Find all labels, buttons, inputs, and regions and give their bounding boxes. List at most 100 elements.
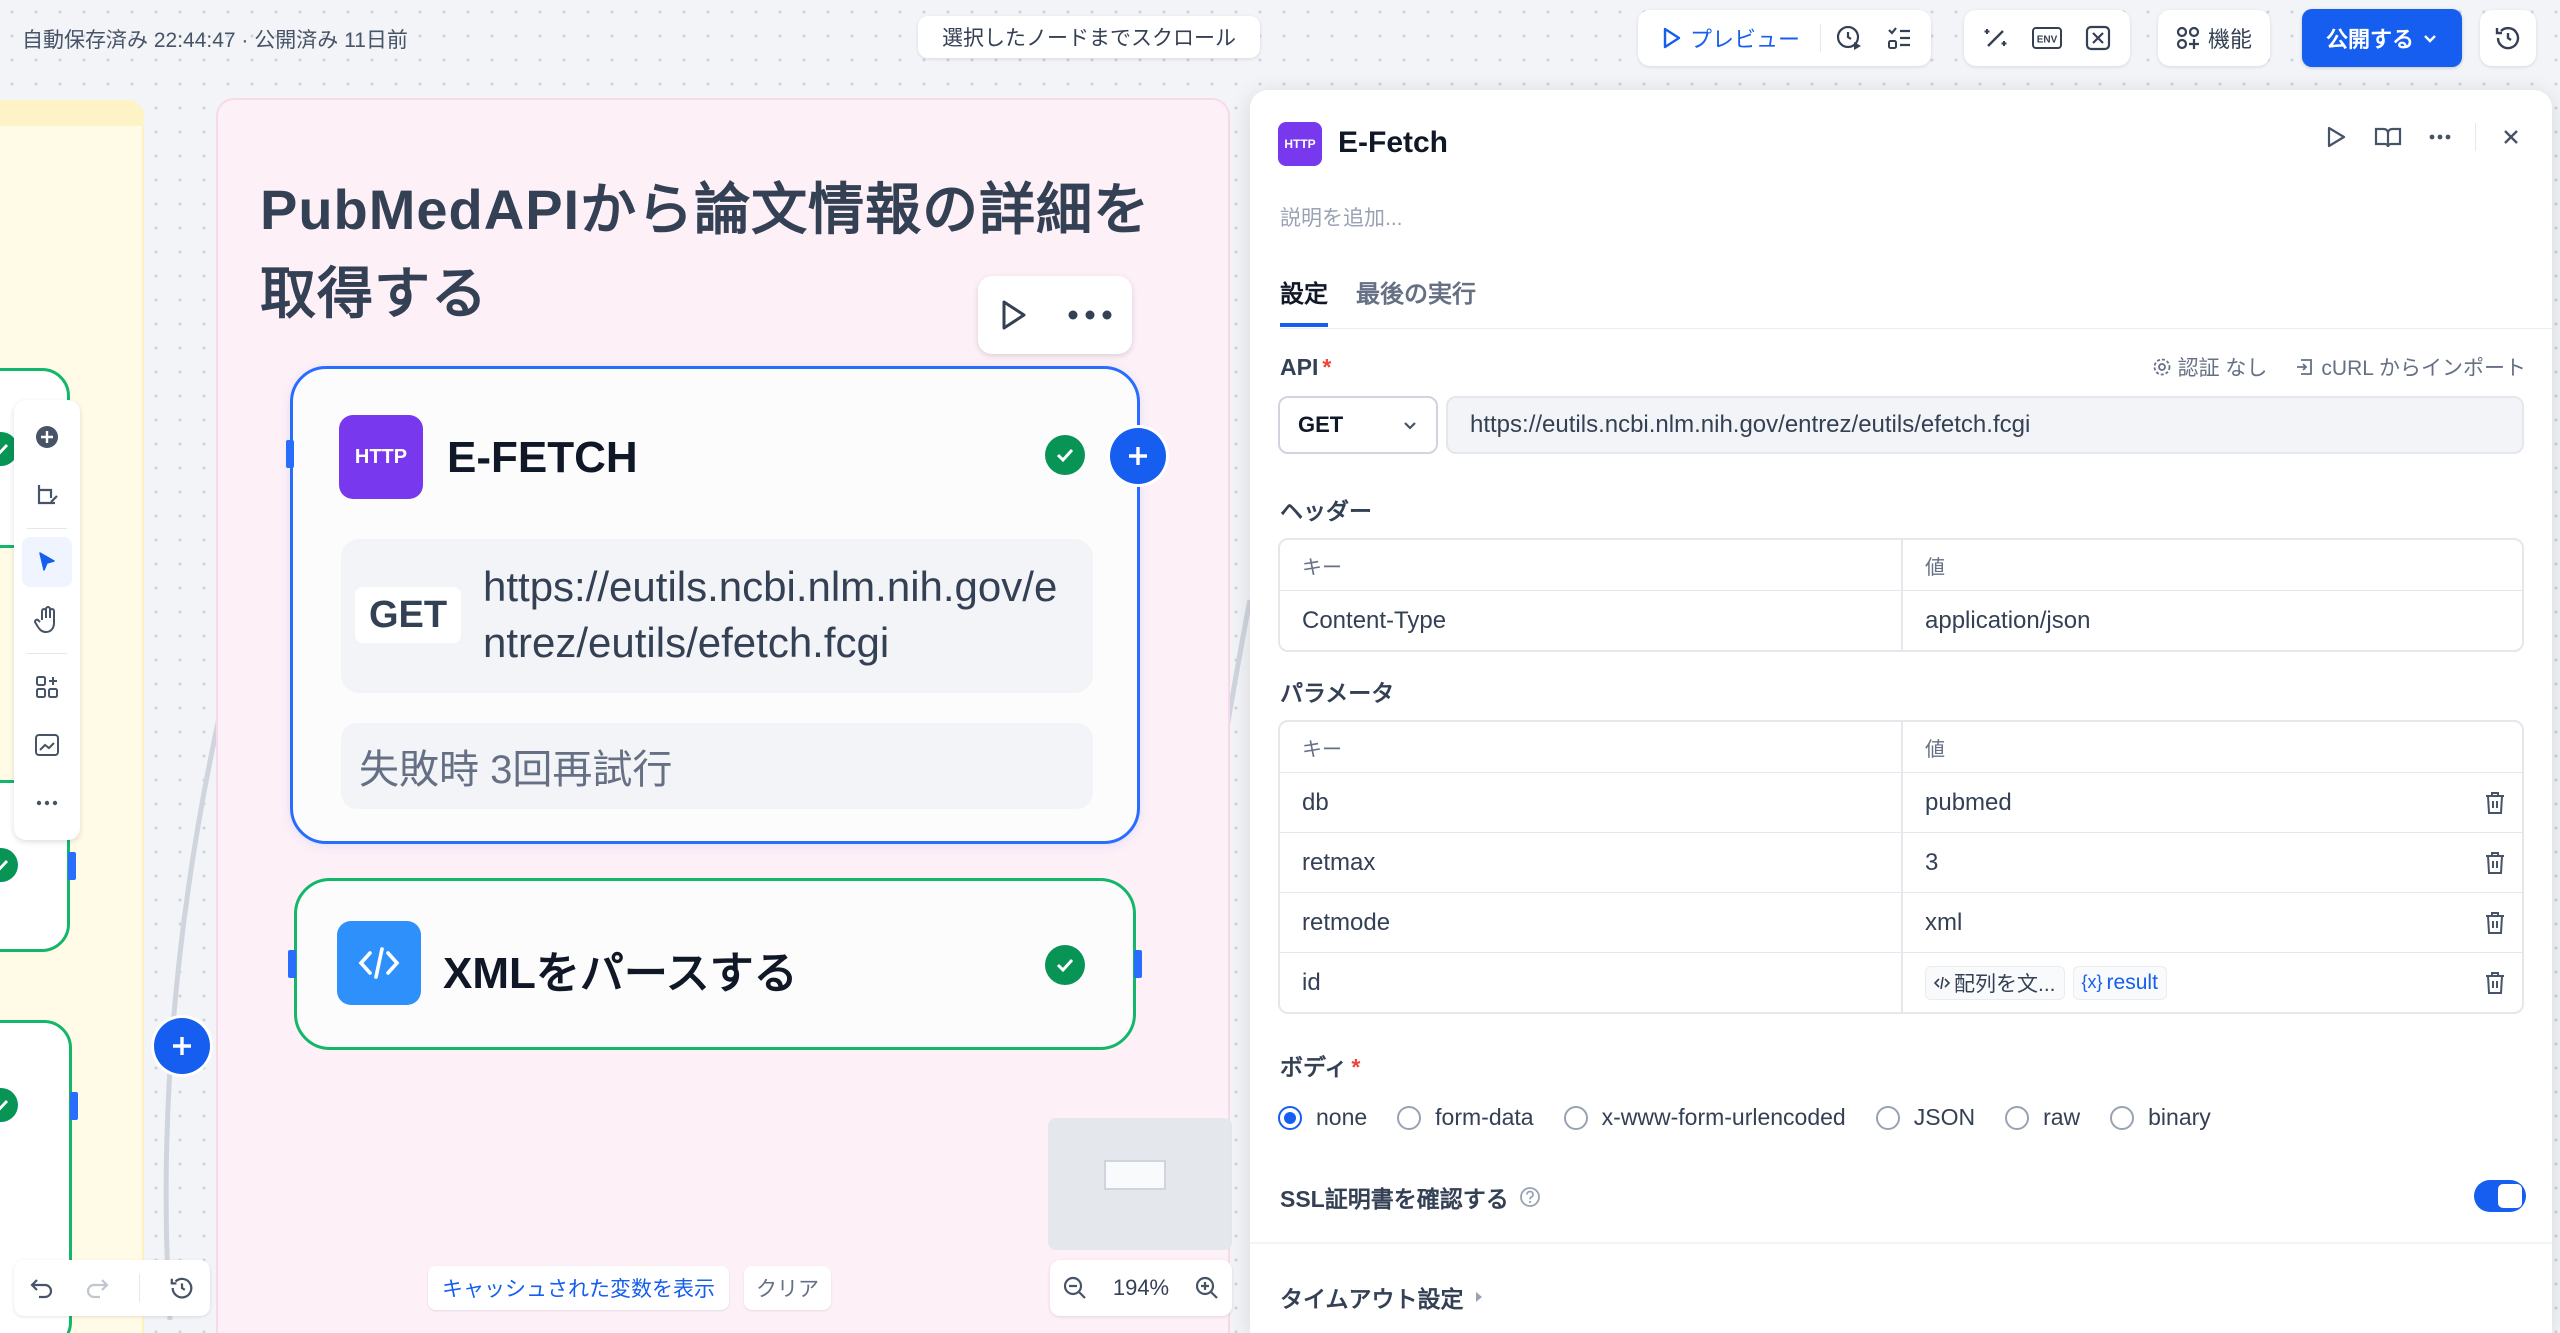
publish-label: 公開する — [2325, 27, 2414, 52]
code-var-chip[interactable]: 配列を文... — [1925, 965, 2065, 1000]
version-history-button[interactable] — [2480, 10, 2536, 66]
env-button[interactable]: ENV — [2024, 16, 2070, 60]
table-row: Content-Type application/json — [1280, 590, 2522, 650]
node-input-handle[interactable] — [286, 440, 294, 468]
preview-button[interactable]: プレビュー — [1648, 16, 1814, 60]
http-request-node[interactable]: HTTP E-FETCH GET https://eutils.ncbi.nlm… — [290, 366, 1140, 844]
scroll-to-node-button[interactable]: 選択したノードまでスクロール — [918, 16, 1260, 58]
add-note-button[interactable] — [22, 470, 72, 520]
body-option-none[interactable]: none — [1278, 1104, 1367, 1131]
result-var-chip[interactable]: {x} result — [2072, 965, 2167, 1000]
header-key[interactable]: Content-Type — [1280, 591, 1901, 650]
param-value[interactable]: pubmed — [1901, 773, 2522, 832]
node-action-bar — [978, 276, 1132, 354]
timeout-section[interactable]: タイムアウト設定 — [1280, 1280, 1484, 1314]
add-node-in-group-button[interactable] — [154, 1018, 210, 1074]
header-value[interactable]: application/json — [1901, 591, 2522, 650]
body-option-json[interactable]: JSON — [1875, 1104, 1975, 1131]
node-handle[interactable] — [68, 852, 76, 880]
auth-button[interactable]: 認証 なし — [2152, 352, 2267, 382]
features-toolbar: 機能 — [2158, 10, 2271, 66]
panel-more-button[interactable] — [2423, 120, 2457, 154]
more-options-button[interactable] — [22, 778, 72, 828]
code-icon — [337, 921, 421, 1005]
code-var-label: 配列を文... — [1954, 972, 2056, 996]
trash-icon[interactable] — [2484, 791, 2506, 815]
zoom-level[interactable]: 194% — [1113, 1275, 1169, 1301]
clear-button[interactable]: クリア — [744, 1266, 831, 1310]
features-button[interactable]: 機能 — [2168, 16, 2260, 60]
add-next-node-button[interactable] — [1110, 428, 1166, 484]
help-circle-icon[interactable] — [1519, 1186, 1541, 1208]
trash-icon[interactable] — [2484, 911, 2506, 935]
body-option-binary[interactable]: binary — [2110, 1104, 2211, 1131]
more-dots-icon[interactable] — [1067, 310, 1113, 320]
param-key[interactable]: db — [1280, 773, 1901, 832]
code-node[interactable]: XMLをパースする — [294, 878, 1136, 1050]
minimap[interactable] — [1048, 1118, 1232, 1250]
trash-icon[interactable] — [2484, 851, 2506, 875]
caret-right-icon — [1475, 1292, 1482, 1302]
url-input[interactable]: https://eutils.ncbi.nlm.nih.gov/entrez/e… — [1446, 396, 2524, 454]
pointer-mode-button[interactable] — [22, 537, 72, 587]
trash-icon[interactable] — [2484, 971, 2506, 995]
run-step-button[interactable] — [2319, 120, 2353, 154]
body-option-raw[interactable]: raw — [2005, 1104, 2080, 1131]
zoom-in-icon[interactable] — [1194, 1275, 1220, 1301]
param-key[interactable]: retmax — [1280, 833, 1901, 892]
param-value[interactable]: xml — [1901, 893, 2522, 952]
add-node-button[interactable] — [22, 412, 72, 462]
history-icon[interactable] — [169, 1275, 195, 1301]
clock-play-icon — [1836, 25, 1862, 50]
tab-last-run[interactable]: 最後の実行 — [1356, 274, 1476, 327]
http-node-icon: HTTP — [339, 415, 423, 499]
run-history-button[interactable] — [1827, 16, 1871, 60]
conversation-var-button[interactable] — [2076, 16, 2120, 60]
canvas-toolbar — [14, 400, 80, 840]
success-check-icon — [1045, 435, 1085, 475]
method-select[interactable]: GET — [1278, 396, 1438, 454]
run-node-icon[interactable] — [998, 299, 1028, 331]
checklist-button[interactable] — [1877, 16, 1921, 60]
curl-import-label: cURL からインポート — [2321, 357, 2526, 380]
hand-mode-button[interactable] — [22, 595, 72, 645]
param-key[interactable]: id — [1280, 953, 1901, 1012]
radio-icon — [1875, 1105, 1900, 1130]
publish-button[interactable]: 公開する — [2302, 9, 2462, 67]
redo-icon[interactable] — [84, 1276, 110, 1300]
layout-grid-icon — [36, 676, 58, 698]
curl-import-button[interactable]: cURL からインポート — [2295, 352, 2526, 382]
param-value[interactable]: 3 — [1901, 833, 2522, 892]
ssl-verify-toggle[interactable] — [2474, 1180, 2526, 1212]
param-value[interactable]: 配列を文... {x} result — [1901, 953, 2522, 1012]
node-input-handle[interactable] — [288, 950, 296, 978]
param-key[interactable]: retmode — [1280, 893, 1901, 952]
divider — [27, 528, 67, 529]
api-tools: 認証 なし cURL からインポート — [2152, 352, 2526, 382]
zoom-out-icon[interactable] — [1062, 1275, 1088, 1301]
value-column-header: 値 — [1901, 722, 2522, 772]
help-docs-button[interactable] — [2371, 120, 2405, 154]
show-cached-variables-button[interactable]: キャッシュされた変数を表示 — [428, 1266, 729, 1310]
minimap-viewport[interactable] — [1104, 1160, 1166, 1190]
play-icon — [1663, 27, 1681, 49]
undo-icon[interactable] — [29, 1276, 55, 1300]
wand-icon — [1984, 29, 2007, 47]
organize-button[interactable] — [22, 662, 72, 712]
body-option-form-data[interactable]: form-data — [1397, 1104, 1534, 1131]
preview-label: プレビュー — [1690, 27, 1801, 52]
iteration-group-left-header — [0, 100, 144, 126]
export-image-button[interactable] — [22, 720, 72, 770]
body-option-urlencoded[interactable]: x-www-form-urlencoded — [1563, 1104, 1846, 1131]
node-output-handle[interactable] — [1134, 950, 1142, 978]
plus-circle-icon — [36, 426, 58, 448]
node-handle[interactable] — [70, 1092, 78, 1120]
close-panel-button[interactable] — [2494, 120, 2528, 154]
variable-inspect-button[interactable] — [1974, 16, 2018, 60]
hand-icon — [34, 606, 55, 634]
tab-settings[interactable]: 設定 — [1280, 274, 1328, 327]
description-input[interactable]: 説明を追加... — [1280, 202, 1403, 232]
panel-title[interactable]: E-Fetch — [1338, 126, 1448, 160]
radio-icon — [2005, 1105, 2030, 1130]
chevron-down-icon — [2424, 35, 2436, 43]
